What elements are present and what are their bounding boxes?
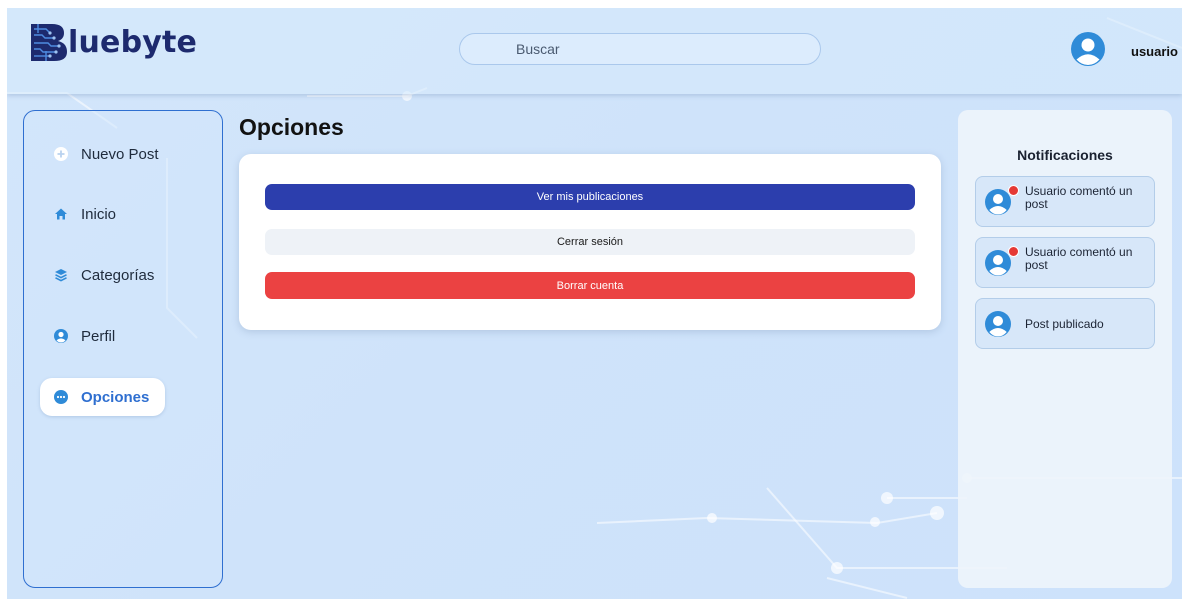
- sidebar-item-label: Perfil: [81, 327, 116, 345]
- notification-text: Post publicado: [1025, 317, 1104, 331]
- sidebar-item-opciones[interactable]: Opciones: [40, 378, 165, 416]
- view-posts-button[interactable]: Ver mis publicaciones: [265, 184, 915, 210]
- notification-text: Usuario comentó un post: [1025, 184, 1133, 211]
- user-avatar-icon: [985, 250, 1011, 276]
- notifications-panel: Notificaciones Usuario comentó un post U…: [958, 110, 1172, 588]
- user-avatar-icon[interactable]: [1071, 32, 1105, 66]
- sidebar-item-categorias[interactable]: Categorías: [40, 256, 168, 294]
- logout-button[interactable]: Cerrar sesión: [265, 229, 915, 255]
- user-circle-icon: [54, 329, 68, 343]
- plus-circle-icon: [54, 147, 68, 161]
- sidebar-item-inicio[interactable]: Inicio: [40, 195, 130, 233]
- notification-item[interactable]: Usuario comentó un post: [975, 237, 1155, 288]
- username-label[interactable]: usuario: [1131, 44, 1178, 59]
- notification-item[interactable]: Usuario comentó un post: [975, 176, 1155, 227]
- bluebyte-logo-icon: [31, 24, 67, 61]
- more-circle-icon: [54, 390, 68, 404]
- logo-text: luebyte: [68, 24, 198, 60]
- sidebar-item-perfil[interactable]: Perfil: [40, 317, 129, 355]
- notifications-title: Notificaciones: [1017, 147, 1113, 163]
- unread-indicator: [1008, 185, 1019, 196]
- sidebar-item-label: Inicio: [81, 205, 117, 223]
- logo[interactable]: luebyte: [28, 20, 197, 64]
- top-header: luebyte usuario: [7, 8, 1182, 94]
- sidebar-item-label: Nuevo Post: [81, 145, 159, 163]
- app-window: luebyte usuario Nuevo Post Inicio: [7, 8, 1182, 599]
- user-avatar-icon: [985, 189, 1011, 215]
- layers-icon: [55, 269, 67, 282]
- delete-account-button[interactable]: Borrar cuenta: [265, 272, 915, 299]
- page-title: Opciones: [239, 114, 344, 140]
- sidebar-item-nuevo-post[interactable]: Nuevo Post: [40, 135, 173, 173]
- sidebar-nav: Nuevo Post Inicio Categorías Perfil Opci…: [23, 110, 223, 588]
- sidebar-item-label: Opciones: [81, 388, 150, 406]
- notification-text: Usuario comentó un post: [1025, 245, 1133, 272]
- sidebar-item-label: Categorías: [81, 266, 155, 284]
- notification-item[interactable]: Post publicado: [975, 298, 1155, 349]
- options-card: Ver mis publicaciones Cerrar sesión Borr…: [239, 154, 941, 330]
- search-input[interactable]: [459, 33, 821, 65]
- unread-indicator: [1008, 246, 1019, 257]
- user-avatar-icon: [985, 311, 1011, 337]
- home-icon: [55, 208, 67, 220]
